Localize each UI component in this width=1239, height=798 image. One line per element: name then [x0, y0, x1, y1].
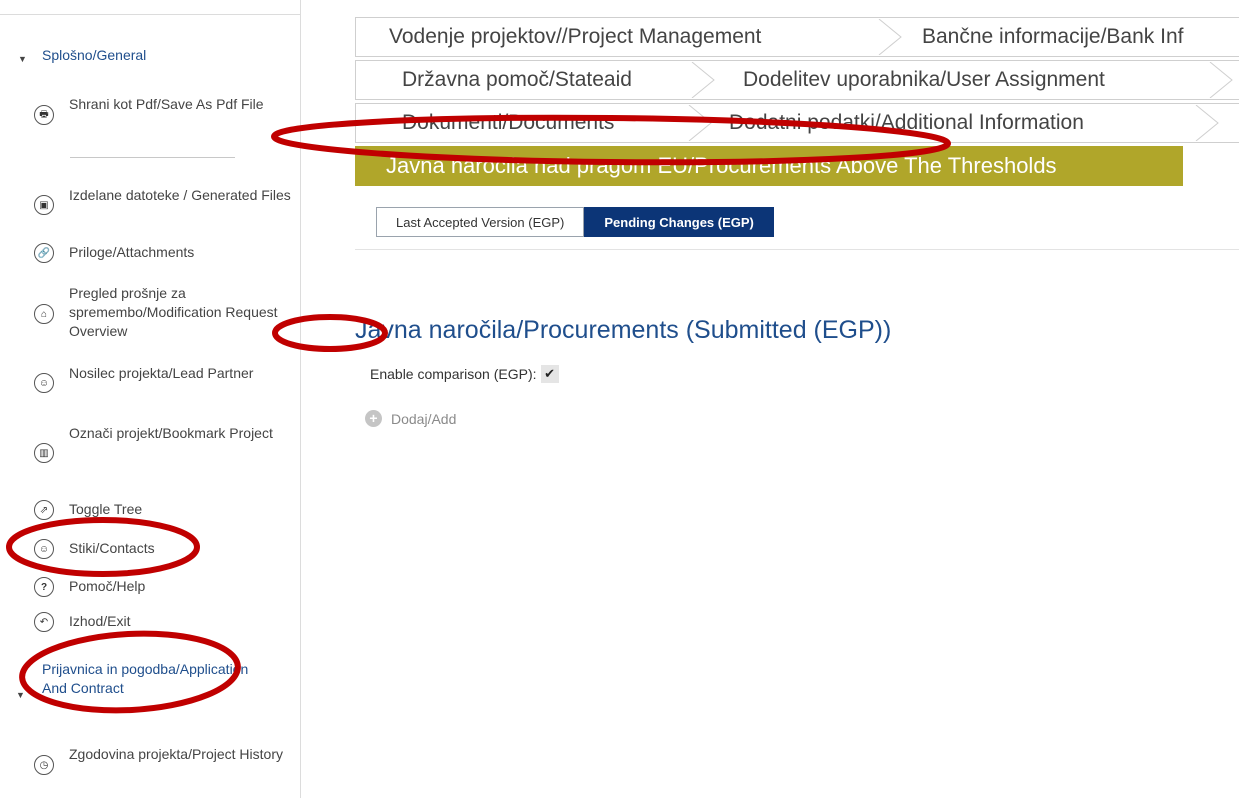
- tab-row-1: Vodenje projektov//Project Management Ba…: [355, 17, 1239, 57]
- sidebar-item-label: Nosilec projekta/Lead Partner: [69, 365, 254, 381]
- bookmark-icon: ▥: [34, 443, 54, 463]
- last-accepted-version-tab[interactable]: Last Accepted Version (EGP): [376, 207, 585, 237]
- external-link-icon: ⇗: [34, 500, 54, 520]
- user-icon: ☺: [34, 373, 54, 393]
- caret-down-icon: ▼: [16, 690, 25, 700]
- institution-icon: ⌂: [34, 304, 54, 324]
- sidebar-item-label: Stiki/Contacts: [69, 540, 155, 556]
- sidebar-divider: [70, 157, 235, 158]
- chevron-right-icon: [1209, 62, 1233, 98]
- tab-panel: Vodenje projektov//Project Management Ba…: [355, 17, 1239, 250]
- sidebar-item-label: Pregled prošnje za spremembo/Modificatio…: [69, 285, 278, 339]
- tab-row-2: Državna pomoč/Stateaid Dodelitev uporabn…: [355, 60, 1239, 100]
- contacts-icon: ☺: [34, 539, 54, 559]
- section-general-label: Splošno/General: [42, 47, 147, 63]
- section-application-label: Prijavnica in pogodba/Application And Co…: [42, 661, 249, 696]
- save-icon: ▣: [34, 195, 54, 215]
- sidebar-top-border: [0, 14, 300, 15]
- tab-procurements-above-thresholds[interactable]: Javna naročila nad pragom EU/Procurement…: [355, 146, 1183, 186]
- sidebar-item-label: Shrani kot Pdf/Save As Pdf File: [69, 96, 264, 112]
- enable-comparison-row: Enable comparison (EGP): ✔: [370, 365, 559, 383]
- chevron-right-icon: [878, 19, 902, 55]
- tab-user-assignment[interactable]: Dodelitev uporabnika/User Assignment: [743, 61, 1105, 99]
- sidebar-item-label: Izdelane datoteke / Generated Files: [69, 187, 291, 203]
- enable-comparison-label: Enable comparison (EGP):: [370, 366, 537, 382]
- exit-icon: ↶: [34, 612, 54, 632]
- section-general[interactable]: ▼ Splošno/General: [18, 46, 147, 65]
- sidebar-item-label: Označi projekt/Bookmark Project: [69, 425, 273, 441]
- tab-documents[interactable]: Dokumenti/Documents: [402, 104, 614, 142]
- sidebar-item-label: Toggle Tree: [69, 501, 143, 517]
- section-application-contract[interactable]: ▼ Prijavnica in pogodba/Application And …: [16, 660, 262, 700]
- enable-comparison-checkbox[interactable]: ✔: [540, 365, 559, 383]
- plus-circle-icon: +: [365, 410, 382, 427]
- history-icon: ◷: [34, 755, 54, 775]
- pending-changes-tab[interactable]: Pending Changes (EGP): [584, 207, 774, 237]
- tab-row-3: Dokumenti/Documents Dodatni podatki/Addi…: [355, 103, 1239, 143]
- tab-bank-information[interactable]: Bančne informacije/Bank Inf: [922, 18, 1183, 56]
- help-icon: ?: [34, 577, 54, 597]
- page-title: Javna naročila/Procurements (Submitted (…: [355, 316, 892, 344]
- sidebar: ▼ Splošno/General 🖶 Shrani kot Pdf/Save …: [0, 0, 301, 798]
- paperclip-icon: 🔗: [34, 243, 54, 263]
- print-icon: 🖶: [34, 105, 54, 125]
- tab-project-management[interactable]: Vodenje projektov//Project Management: [389, 18, 761, 56]
- tab-stateaid[interactable]: Državna pomoč/Stateaid: [402, 61, 632, 99]
- sidebar-item-label: Izhod/Exit: [69, 613, 131, 629]
- sidebar-item-label: Priloge/Attachments: [69, 244, 195, 260]
- tab-additional-information[interactable]: Dodatni podatki/Additional Information: [729, 104, 1084, 142]
- add-label: Dodaj/Add: [391, 410, 457, 427]
- version-subtabs: Last Accepted Version (EGP) Pending Chan…: [376, 207, 774, 237]
- caret-down-icon: ▼: [18, 54, 27, 64]
- sidebar-item-label: Zgodovina projekta/Project History: [69, 746, 283, 762]
- sidebar-item-label: Pomoč/Help: [69, 578, 146, 594]
- chevron-right-icon: [691, 62, 715, 98]
- chevron-right-icon: [688, 105, 712, 141]
- chevron-right-icon: [1195, 105, 1219, 141]
- add-button[interactable]: + Dodaj/Add: [365, 410, 456, 427]
